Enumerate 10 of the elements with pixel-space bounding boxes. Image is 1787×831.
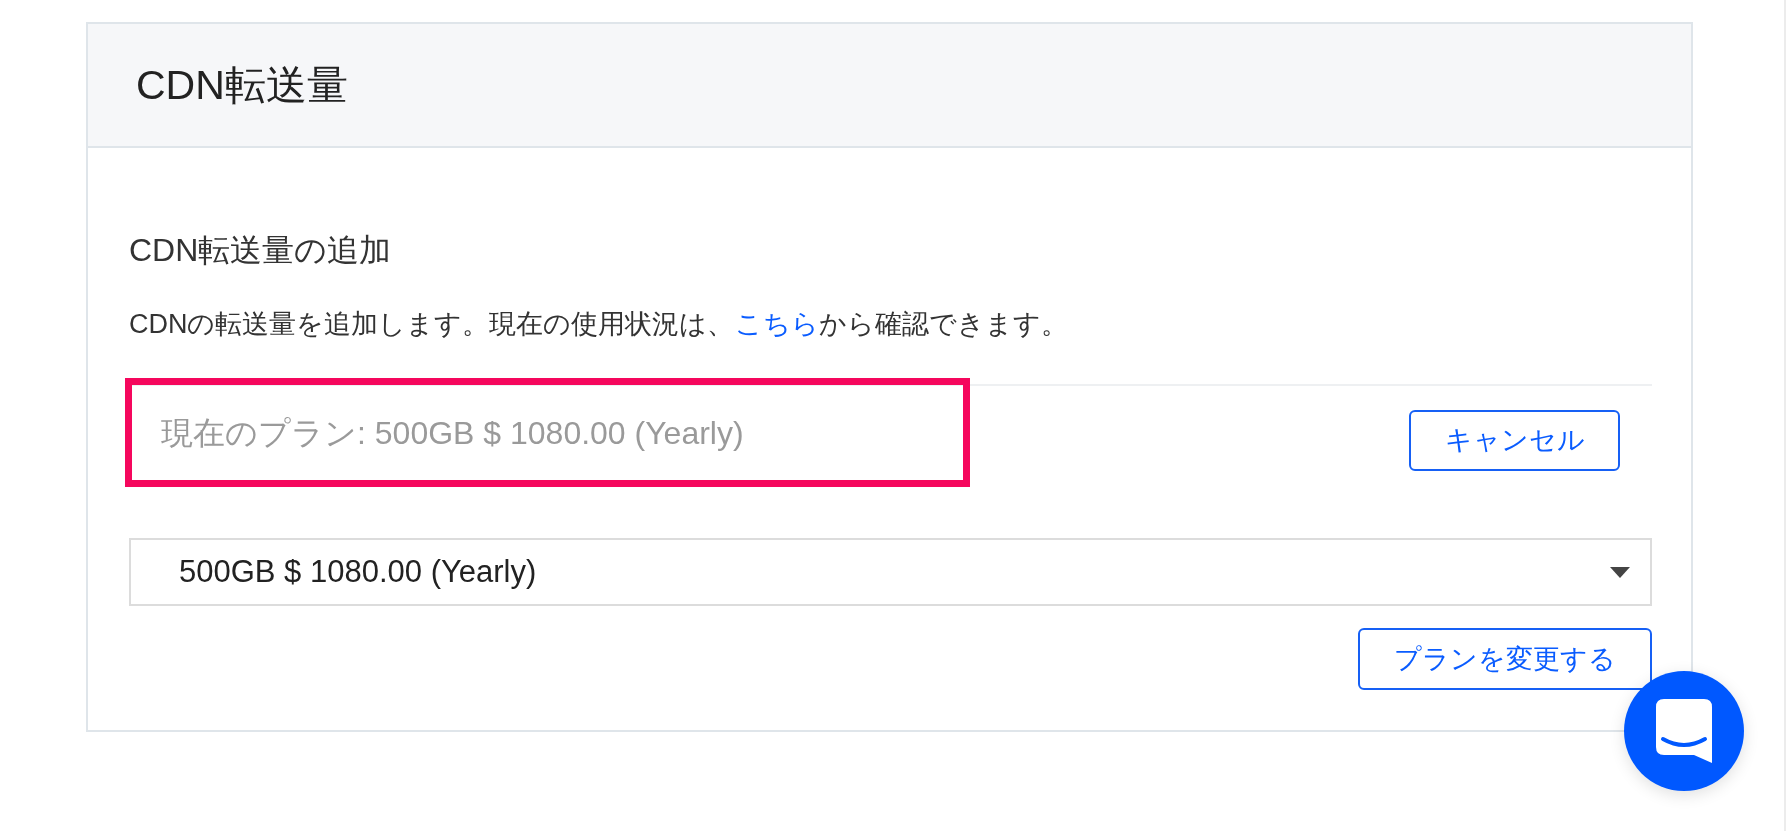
change-plan-button[interactable]: プランを変更する xyxy=(1358,628,1652,690)
caret-down-icon xyxy=(1610,566,1630,578)
panel-title: CDN転送量 xyxy=(136,61,348,109)
chat-icon xyxy=(1656,699,1712,763)
usage-link[interactable]: こちら xyxy=(734,309,819,339)
section-heading: CDN転送量の追加 xyxy=(129,231,393,269)
current-plan-text: 現在のプラン: 500GB $ 1080.00 (Yearly) xyxy=(161,413,744,453)
plan-select[interactable]: 500GB $ 1080.00 (Yearly) xyxy=(129,538,1652,606)
description-text: CDNの転送量を追加します。現在の使用状況は、こちら から確認できます。 xyxy=(129,308,1069,341)
cancel-button[interactable]: キャンセル xyxy=(1409,410,1620,471)
